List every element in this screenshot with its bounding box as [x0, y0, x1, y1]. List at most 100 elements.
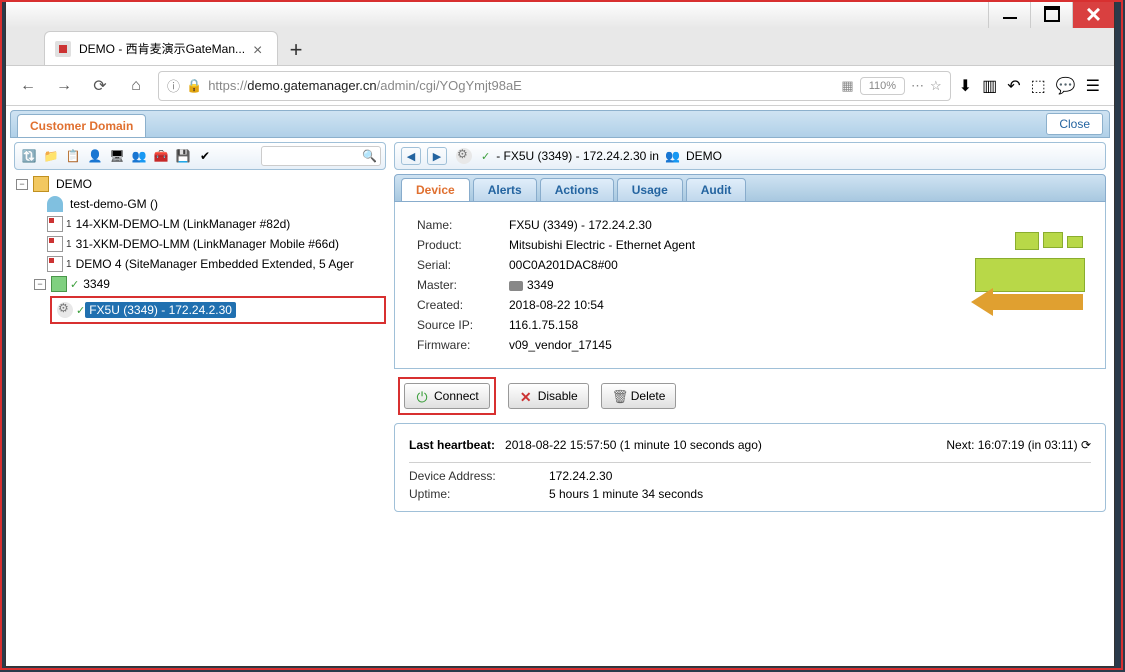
- tool-icon-3[interactable]: 🖥: [107, 146, 127, 166]
- detail-tabs: Device Alerts Actions Usage Audit: [394, 174, 1106, 202]
- detail-breadcrumb: ◀ ▶ ✓ - FX5U (3349) - 172.24.2.30 in 👥 D…: [394, 142, 1106, 170]
- trash-icon: 🗑: [612, 389, 626, 403]
- panel-close-button[interactable]: Close: [1046, 113, 1103, 135]
- tab-actions[interactable]: Actions: [540, 178, 614, 201]
- product-label: Product:: [411, 236, 501, 254]
- tree-toolbar: 🔃 📁 📋 👤 🖥 👥 🧰 💾 ✔ 🔍: [14, 142, 386, 170]
- sitemanager-icon: [47, 256, 63, 272]
- sourceip-value: 116.1.75.158: [503, 316, 701, 334]
- tree-node-root[interactable]: − DEMO: [14, 174, 386, 194]
- crop-icon[interactable]: ⬚: [1031, 76, 1046, 96]
- name-label: Name:: [411, 216, 501, 234]
- delete-button[interactable]: 🗑 Delete: [601, 383, 677, 409]
- selected-node-highlight: ✓ FX5U (3349) - 172.24.2.30: [50, 296, 386, 324]
- window-titlebar: [6, 0, 1114, 28]
- created-label: Created:: [411, 296, 501, 314]
- created-value: 2018-08-22 10:54: [503, 296, 701, 314]
- page-menu-icon[interactable]: ⋯: [911, 78, 924, 94]
- tab-alerts[interactable]: Alerts: [473, 178, 537, 201]
- domain-icon: 👥: [665, 149, 680, 163]
- info-icon: ⓘ: [167, 76, 180, 95]
- new-tab-button[interactable]: +: [278, 35, 314, 65]
- gear-icon: [456, 148, 472, 164]
- user-icon[interactable]: 👤: [85, 146, 105, 166]
- uptime-label: Uptime:: [409, 487, 549, 501]
- firmware-value: v09_vendor_17145: [503, 336, 701, 354]
- breadcrumb-device: - FX5U (3349) - 172.24.2.30 in: [496, 149, 659, 163]
- tool-icon-1[interactable]: 📁: [41, 146, 61, 166]
- user-icon: [47, 196, 63, 212]
- tree-node[interactable]: 1 14-XKM-DEMO-LM (LinkManager #82d): [14, 214, 386, 234]
- master-label: Master:: [411, 276, 501, 294]
- tree-node[interactable]: test-demo-GM (): [14, 194, 386, 214]
- tab-favicon: [55, 41, 71, 57]
- connect-button[interactable]: ⏻ Connect: [404, 383, 490, 409]
- reload-button[interactable]: ⟳: [86, 72, 114, 100]
- tab-close-icon[interactable]: [253, 42, 267, 56]
- uptime-value: 5 hours 1 minute 34 seconds: [549, 487, 703, 501]
- device-info-box: Name:FX5U (3349) - 172.24.2.30 Product:M…: [394, 202, 1106, 369]
- undo-icon[interactable]: ↶: [1007, 76, 1020, 96]
- tree-toggle[interactable]: −: [16, 179, 28, 190]
- connect-highlight: ⏻ Connect: [398, 377, 496, 415]
- search-icon[interactable]: 🔍: [362, 149, 377, 163]
- forward-button[interactable]: →: [50, 72, 78, 100]
- next-button[interactable]: ▶: [427, 147, 447, 165]
- refresh-icon[interactable]: ⟳: [1081, 438, 1091, 452]
- breadcrumb-domain: DEMO: [686, 149, 722, 163]
- power-icon: ⏻: [415, 389, 429, 403]
- url-text: https://demo.gatemanager.cn/admin/cgi/YO…: [208, 78, 522, 93]
- toolbar-right-icons: ⬇ ▥ ↶ ⬚ 💬 ☰: [959, 76, 1106, 96]
- home-button[interactable]: ⌂: [122, 72, 150, 100]
- product-value: Mitsubishi Electric - Ethernet Agent: [503, 236, 701, 254]
- tab-usage[interactable]: Usage: [617, 178, 683, 201]
- prev-button[interactable]: ◀: [401, 147, 421, 165]
- tree-node[interactable]: − ✓ 3349: [14, 274, 386, 294]
- x-icon: ✕: [519, 389, 533, 403]
- tool-icon-2[interactable]: 📋: [63, 146, 83, 166]
- domain-tree: − DEMO test-demo-GM () 1 14-XKM-DEMO-LM …: [14, 170, 386, 328]
- serial-label: Serial:: [411, 256, 501, 274]
- tool-icon-4[interactable]: 👥: [129, 146, 149, 166]
- back-button[interactable]: ←: [14, 72, 42, 100]
- window-close-button[interactable]: [1072, 0, 1114, 28]
- disable-button[interactable]: ✕ Disable: [508, 383, 589, 409]
- tool-icon-7[interactable]: ✔: [195, 146, 215, 166]
- zoom-badge[interactable]: 110%: [860, 77, 905, 95]
- device-address-label: Device Address:: [409, 469, 549, 483]
- window-maximize-button[interactable]: [1030, 0, 1072, 28]
- download-icon[interactable]: ⬇: [959, 76, 972, 96]
- browser-tab-bar: DEMO - 西肯麦演示GateMan... +: [6, 28, 1114, 66]
- refresh-icon[interactable]: 🔃: [19, 146, 39, 166]
- master-value: 3349: [527, 278, 554, 292]
- bookmark-icon[interactable]: ☆: [930, 78, 942, 94]
- linkmanager-icon: [47, 236, 63, 252]
- tab-device[interactable]: Device: [401, 178, 470, 201]
- lock-icon: 🔒: [186, 78, 202, 94]
- menu-icon[interactable]: ☰: [1086, 76, 1100, 96]
- browser-tab[interactable]: DEMO - 西肯麦演示GateMan...: [44, 31, 278, 65]
- tree-node-selected[interactable]: ✓ FX5U (3349) - 172.24.2.30: [54, 300, 382, 320]
- customer-domain-tab[interactable]: Customer Domain: [17, 114, 146, 137]
- window-minimize-button[interactable]: [988, 0, 1030, 28]
- action-buttons-row: ⏻ Connect ✕ Disable 🗑 Delete: [394, 369, 1106, 423]
- gear-icon: [57, 302, 73, 318]
- tab-title: DEMO - 西肯麦演示GateMan...: [79, 40, 245, 57]
- tree-toggle[interactable]: −: [34, 279, 46, 290]
- tool-icon-5[interactable]: 🧰: [151, 146, 171, 166]
- address-bar[interactable]: ⓘ 🔒 https://demo.gatemanager.cn/admin/cg…: [158, 71, 951, 101]
- browser-nav-bar: ← → ⟳ ⌂ ⓘ 🔒 https://demo.gatemanager.cn/…: [6, 66, 1114, 106]
- sourceip-label: Source IP:: [411, 316, 501, 334]
- library-icon[interactable]: ▥: [982, 76, 997, 96]
- tree-node[interactable]: 1 31-XKM-DEMO-LMM (LinkManager Mobile #6…: [14, 234, 386, 254]
- heartbeat-value: 2018-08-22 15:57:50 (1 minute 10 seconds…: [505, 438, 762, 452]
- serial-value: 00C0A201DAC8#00: [503, 256, 701, 274]
- tab-audit[interactable]: Audit: [686, 178, 747, 201]
- master-icon: [509, 281, 523, 291]
- tool-icon-6[interactable]: 💾: [173, 146, 193, 166]
- tree-node[interactable]: 1 DEMO 4 (SiteManager Embedded Extended,…: [14, 254, 386, 274]
- chat-icon[interactable]: 💬: [1056, 76, 1076, 96]
- firmware-label: Firmware:: [411, 336, 501, 354]
- qr-icon[interactable]: ▦: [841, 78, 853, 94]
- folder-icon: [33, 176, 49, 192]
